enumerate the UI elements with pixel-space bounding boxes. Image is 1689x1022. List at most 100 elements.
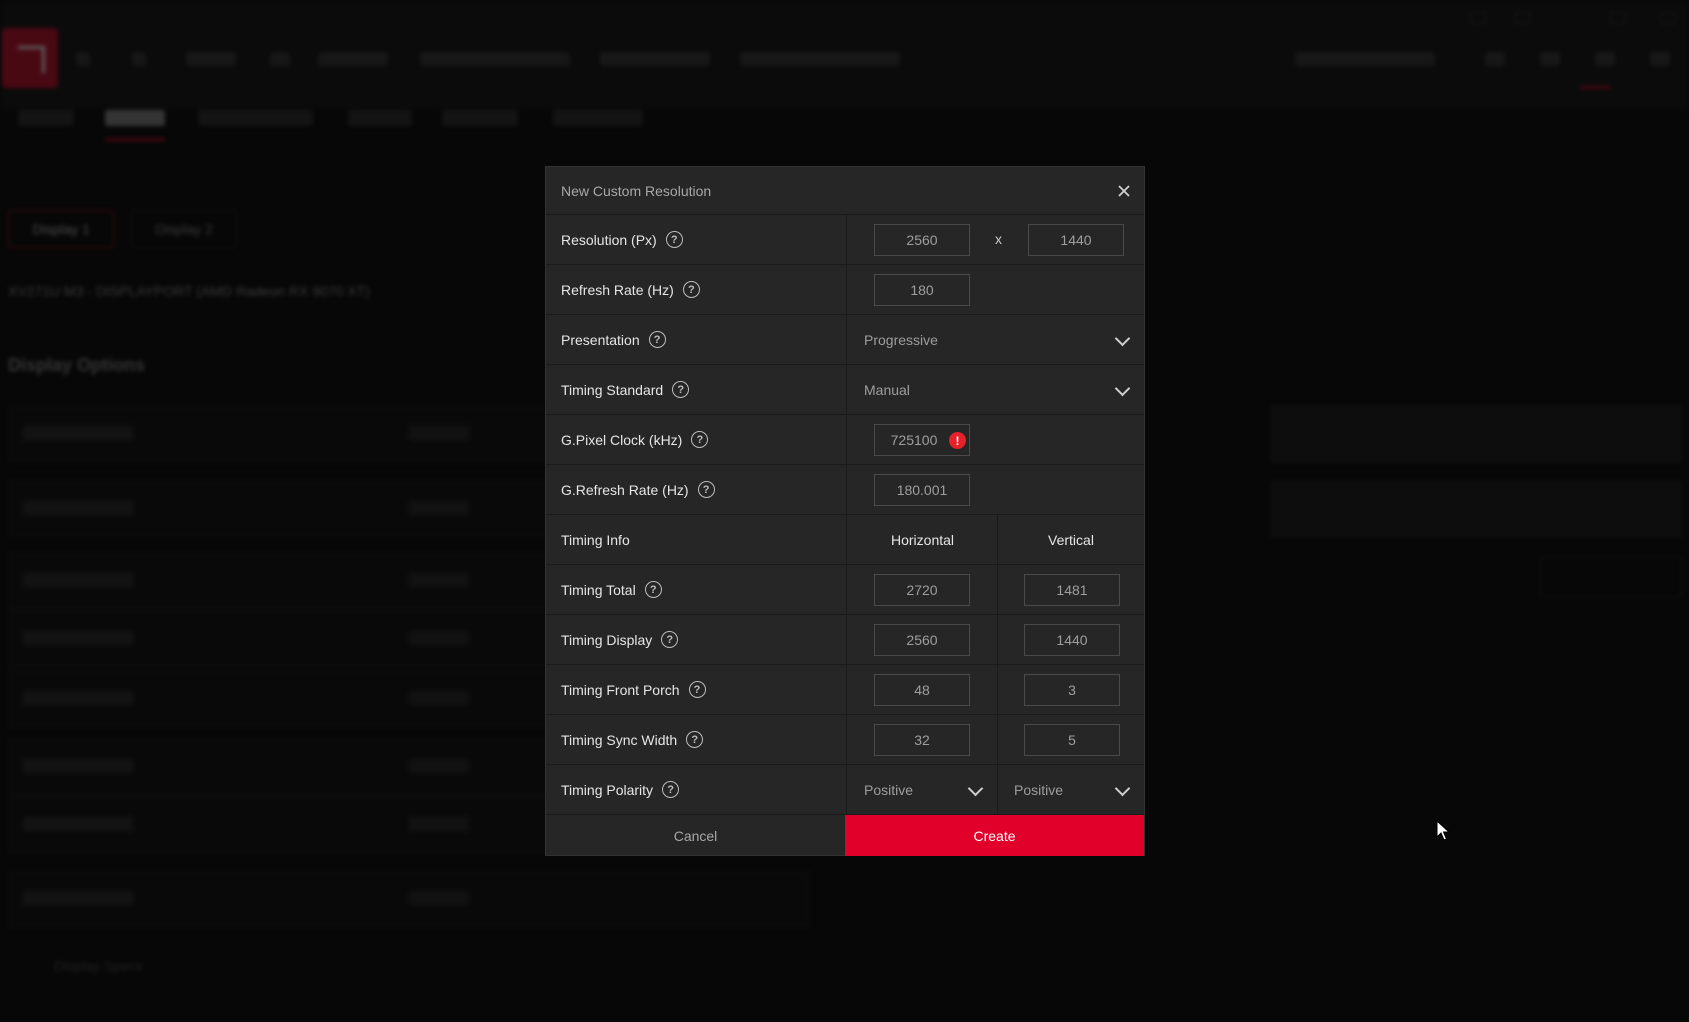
timing-total-label: Timing Total — [561, 581, 636, 598]
help-icon[interactable]: ? — [648, 331, 666, 348]
timing-display-row: Timing Display ? 2560 1440 — [546, 615, 1144, 665]
chevron-down-icon — [967, 780, 984, 797]
new-custom-resolution-dialog: New Custom Resolution Resolution (Px) ? … — [545, 166, 1145, 856]
g-refresh-rate-input[interactable]: 180.001 — [874, 474, 970, 506]
vertical-header: Vertical — [1048, 531, 1094, 548]
help-icon[interactable]: ? — [682, 281, 700, 298]
refresh-rate-label-cell: Refresh Rate (Hz) ? — [546, 265, 847, 314]
timing-front-porch-v-cell: 3 — [998, 665, 1144, 714]
timing-standard-cell: Manual — [848, 365, 1144, 414]
timing-polarity-v-value: Positive — [1014, 781, 1064, 798]
timing-total-v-input[interactable]: 1481 — [1024, 574, 1120, 606]
horizontal-column-head: Horizontal — [848, 515, 998, 564]
presentation-cell: Progressive — [848, 315, 1144, 364]
help-icon[interactable]: ? — [644, 581, 662, 598]
close-button[interactable] — [1112, 179, 1136, 203]
horizontal-header: Horizontal — [890, 531, 955, 548]
timing-info-label: Timing Info — [561, 531, 630, 548]
help-icon[interactable]: ? — [672, 381, 690, 398]
dialog-footer: Cancel Create — [546, 815, 1144, 856]
help-icon[interactable]: ? — [691, 431, 709, 448]
help-icon[interactable]: ? — [688, 681, 706, 698]
timing-polarity-h-dropdown[interactable]: Positive — [864, 765, 985, 814]
timing-display-label: Timing Display — [561, 631, 653, 648]
timing-display-v-input[interactable]: 1440 — [1024, 624, 1120, 656]
refresh-rate-row: Refresh Rate (Hz) ? 180 — [546, 265, 1144, 315]
dialog-header: New Custom Resolution — [546, 167, 1144, 215]
resolution-label: Resolution (Px) — [561, 231, 657, 248]
timing-info-row: Timing Info Horizontal Vertical — [546, 515, 1144, 565]
error-icon: ! — [949, 432, 966, 449]
timing-standard-label-cell: Timing Standard ? — [546, 365, 847, 414]
timing-polarity-v-dropdown[interactable]: Positive — [1014, 765, 1132, 814]
timing-sync-width-label-cell: Timing Sync Width ? — [546, 715, 847, 764]
chevron-down-icon — [1114, 780, 1131, 797]
help-icon[interactable]: ? — [661, 631, 679, 648]
create-button[interactable]: Create — [845, 815, 1144, 856]
timing-sync-width-h-input[interactable]: 32 — [874, 724, 970, 756]
resolution-label-cell: Resolution (Px) ? — [546, 215, 847, 264]
timing-front-porch-label: Timing Front Porch — [561, 681, 680, 698]
pixel-clock-value: 725100 — [890, 432, 938, 448]
refresh-rate-label: Refresh Rate (Hz) — [561, 281, 674, 298]
timing-sync-width-label: Timing Sync Width — [561, 731, 678, 748]
timing-sync-width-v-input[interactable]: 5 — [1024, 724, 1120, 756]
resolution-separator: x — [995, 231, 1002, 247]
chevron-down-icon — [1114, 330, 1131, 347]
timing-standard-row: Timing Standard ? Manual — [546, 365, 1144, 415]
timing-total-label-cell: Timing Total ? — [546, 565, 847, 614]
timing-standard-value: Manual — [864, 381, 910, 398]
pixel-clock-label-cell: G.Pixel Clock (kHz) ? — [546, 415, 847, 464]
timing-sync-width-v-cell: 5 — [998, 715, 1144, 764]
timing-polarity-v-cell: Positive — [998, 765, 1144, 814]
timing-front-porch-h-input[interactable]: 48 — [874, 674, 970, 706]
presentation-row: Presentation ? Progressive — [546, 315, 1144, 365]
resolution-height-input[interactable]: 1440 — [1028, 224, 1124, 256]
timing-front-porch-v-input[interactable]: 3 — [1024, 674, 1120, 706]
timing-front-porch-h-cell: 48 — [848, 665, 998, 714]
g-refresh-rate-row: G.Refresh Rate (Hz) ? 180.001 — [546, 465, 1144, 515]
vertical-column-head: Vertical — [998, 515, 1144, 564]
close-icon — [1118, 185, 1130, 197]
resolution-width-input[interactable]: 2560 — [874, 224, 970, 256]
refresh-rate-input[interactable]: 180 — [874, 274, 970, 306]
chevron-down-icon — [1114, 380, 1131, 397]
timing-total-h-cell: 2720 — [848, 565, 998, 614]
pixel-clock-input[interactable]: 725100 ! — [874, 424, 970, 456]
help-icon[interactable]: ? — [697, 481, 715, 498]
timing-sync-width-h-cell: 32 — [848, 715, 998, 764]
timing-total-v-cell: 1481 — [998, 565, 1144, 614]
pixel-clock-label: G.Pixel Clock (kHz) — [561, 431, 683, 448]
presentation-label: Presentation — [561, 331, 640, 348]
timing-standard-dropdown[interactable]: Manual — [864, 365, 1132, 414]
pixel-clock-row: G.Pixel Clock (kHz) ? 725100 ! — [546, 415, 1144, 465]
timing-polarity-h-cell: Positive — [848, 765, 998, 814]
timing-total-row: Timing Total ? 2720 1481 — [546, 565, 1144, 615]
timing-polarity-label-cell: Timing Polarity ? — [546, 765, 847, 814]
g-refresh-rate-label-cell: G.Refresh Rate (Hz) ? — [546, 465, 847, 514]
timing-polarity-row: Timing Polarity ? Positive Positive — [546, 765, 1144, 815]
mouse-cursor-icon — [1436, 820, 1450, 841]
timing-display-h-cell: 2560 — [848, 615, 998, 664]
timing-polarity-h-value: Positive — [864, 781, 914, 798]
help-icon[interactable]: ? — [662, 781, 680, 798]
timing-standard-label: Timing Standard — [561, 381, 664, 398]
timing-front-porch-row: Timing Front Porch ? 48 3 — [546, 665, 1144, 715]
timing-info-label-cell: Timing Info — [546, 515, 847, 564]
timing-front-porch-label-cell: Timing Front Porch ? — [546, 665, 847, 714]
dialog-title: New Custom Resolution — [561, 182, 712, 199]
resolution-row: Resolution (Px) ? 2560 x 1440 — [546, 215, 1144, 265]
timing-display-v-cell: 1440 — [998, 615, 1144, 664]
timing-polarity-label: Timing Polarity — [561, 781, 654, 798]
cancel-button[interactable]: Cancel — [546, 815, 845, 856]
presentation-dropdown[interactable]: Progressive — [864, 315, 1132, 364]
help-icon[interactable]: ? — [686, 731, 704, 748]
timing-display-h-input[interactable]: 2560 — [874, 624, 970, 656]
timing-display-label-cell: Timing Display ? — [546, 615, 847, 664]
help-icon[interactable]: ? — [665, 231, 683, 248]
timing-sync-width-row: Timing Sync Width ? 32 5 — [546, 715, 1144, 765]
presentation-label-cell: Presentation ? — [546, 315, 847, 364]
presentation-value: Progressive — [864, 331, 938, 348]
g-refresh-rate-label: G.Refresh Rate (Hz) — [561, 481, 689, 498]
timing-total-h-input[interactable]: 2720 — [874, 574, 970, 606]
